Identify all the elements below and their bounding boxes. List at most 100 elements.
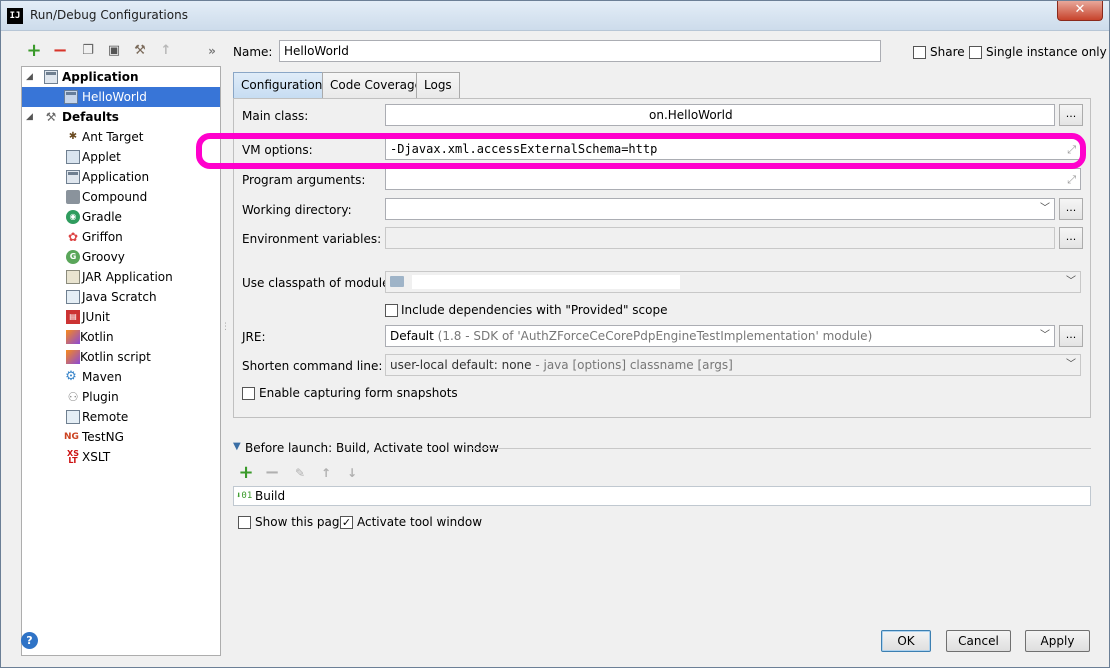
working-directory-browse-button[interactable]: ... — [1059, 198, 1083, 220]
tree-group-defaults[interactable]: ◢ ⚒ Defaults — [22, 107, 220, 127]
kotlin-script-icon — [66, 350, 80, 364]
chevron-down-icon[interactable]: ﹀ — [1040, 199, 1050, 219]
single-instance-label: Single instance only — [986, 45, 1107, 59]
activate-tool-window-checkbox[interactable]: ✓ — [340, 516, 353, 529]
share-checkbox[interactable] — [913, 46, 926, 59]
tab-logs[interactable]: Logs — [416, 72, 460, 98]
program-arguments-field[interactable]: ⤢ — [385, 168, 1081, 190]
ok-button[interactable]: OK — [881, 630, 931, 652]
application-icon — [64, 90, 78, 104]
chevron-down-icon[interactable]: ﹀ — [1066, 355, 1076, 375]
tree-item-kotlin-script[interactable]: Kotlin script — [22, 347, 220, 367]
junit-icon: ▤ — [66, 310, 80, 324]
configurations-tree[interactable]: ◢ Application HelloWorld ◢ ⚒ Defaults ✱ … — [21, 66, 221, 656]
tree-item-plugin[interactable]: ⚇ Plugin — [22, 387, 220, 407]
name-label: Name: — [233, 45, 273, 59]
tab-code-coverage[interactable]: Code Coverage — [322, 72, 431, 98]
run-debug-configurations-dialog: IJ Run/Debug Configurations ✕ + − ❐ ▣ ⚒ … — [0, 0, 1110, 668]
tree-item-label: Ant Target — [82, 130, 144, 144]
remove-configuration-button[interactable]: − — [49, 40, 71, 62]
collapse-arrow-icon[interactable]: ▼ — [233, 441, 241, 452]
activate-tool-window-label: Activate tool window — [357, 515, 483, 529]
shorten-command-line-combo[interactable]: user-local default: none - java [options… — [385, 354, 1081, 376]
environment-variables-field[interactable] — [385, 227, 1055, 249]
collapse-arrow-icon[interactable]: ◢ — [26, 67, 38, 87]
copy-configuration-icon[interactable]: ❐ — [77, 40, 99, 62]
single-instance-checkbox[interactable] — [969, 46, 982, 59]
collapse-arrow-icon[interactable]: ◢ — [26, 107, 38, 127]
move-task-up-icon[interactable]: ↑ — [315, 462, 337, 484]
tree-item-application[interactable]: Application — [22, 167, 220, 187]
tree-item-helloworld[interactable]: HelloWorld — [22, 87, 220, 107]
working-directory-combo[interactable]: ﹀ — [385, 198, 1055, 220]
application-icon — [66, 170, 80, 184]
move-task-down-icon[interactable]: ↓ — [341, 462, 363, 484]
edit-task-icon[interactable]: ✎ — [289, 462, 311, 484]
gradle-icon: ◉ — [66, 210, 80, 224]
before-launch-title[interactable]: Before launch: Build, Activate tool wind… — [245, 441, 499, 455]
java-scratch-icon — [66, 290, 80, 304]
tree-item-label: Groovy — [82, 250, 125, 264]
tree-item-applet[interactable]: Applet — [22, 147, 220, 167]
environment-variables-label: Environment variables: — [242, 232, 382, 246]
tree-item-maven[interactable]: ⚙ Maven — [22, 367, 220, 387]
environment-variables-edit-button[interactable]: ... — [1059, 227, 1083, 249]
tree-item-label: TestNG — [82, 430, 124, 444]
include-provided-deps-checkbox[interactable] — [385, 304, 398, 317]
tree-item-kotlin[interactable]: Kotlin — [22, 327, 220, 347]
tree-item-griffon[interactable]: ✿ Griffon — [22, 227, 220, 247]
help-icon[interactable]: ? — [21, 632, 38, 649]
tree-item-label: Remote — [82, 410, 129, 424]
tree-item-label: Gradle — [82, 210, 122, 224]
tree-group-label: Application — [62, 70, 139, 84]
tree-item-junit[interactable]: ▤ JUnit — [22, 307, 220, 327]
name-field[interactable]: HelloWorld — [279, 40, 881, 62]
tree-item-label: XSLT — [82, 450, 111, 464]
capture-snapshots-label: Enable capturing form snapshots — [259, 386, 458, 400]
main-class-browse-button[interactable]: ... — [1059, 104, 1083, 126]
main-class-field[interactable]: on.HelloWorld — [385, 104, 1055, 126]
jre-combo[interactable]: Default (1.8 - SDK of 'AuthZForceCeCoreP… — [385, 325, 1055, 347]
plugin-icon: ⚇ — [67, 390, 79, 404]
chevron-down-icon[interactable]: ﹀ — [1066, 272, 1076, 292]
tree-item-testng[interactable]: NG TestNG — [22, 427, 220, 447]
shorten-command-line-label: Shorten command line: — [242, 359, 383, 373]
tree-item-java-scratch[interactable]: Java Scratch — [22, 287, 220, 307]
chevron-down-icon[interactable]: ﹀ — [1040, 326, 1050, 346]
tab-configuration[interactable]: Configuration — [233, 72, 331, 99]
more-actions-icon[interactable]: » — [201, 40, 223, 62]
move-up-icon[interactable]: ↑ — [155, 40, 177, 62]
tree-item-jar-application[interactable]: JAR Application — [22, 267, 220, 287]
before-launch-task-build[interactable]: ⬇01 Build — [233, 486, 1091, 506]
tree-item-remote[interactable]: Remote — [22, 407, 220, 427]
add-configuration-button[interactable]: + — [23, 40, 45, 62]
program-arguments-label: Program arguments: — [242, 173, 366, 187]
splitter-handle[interactable]: ⋮ — [221, 322, 230, 342]
classpath-module-combo[interactable]: ﹀ — [385, 271, 1081, 293]
share-label: Share — [930, 45, 965, 59]
close-window-button[interactable]: ✕ — [1057, 1, 1103, 21]
jre-browse-button[interactable]: ... — [1059, 325, 1083, 347]
module-folder-icon — [390, 276, 404, 287]
include-provided-deps-label: Include dependencies with "Provided" sco… — [401, 303, 668, 317]
remove-task-button[interactable]: − — [261, 462, 283, 484]
edit-defaults-icon[interactable]: ⚒ — [129, 40, 151, 62]
tree-item-compound[interactable]: Compound — [22, 187, 220, 207]
shorten-value-detail: - java [options] classname [args] — [531, 358, 733, 372]
application-icon — [44, 70, 58, 84]
tree-group-application[interactable]: ◢ Application — [22, 67, 220, 87]
add-task-button[interactable]: + — [235, 462, 257, 484]
vm-options-highlight-annotation — [196, 133, 1086, 169]
shorten-value: user-local default: none — [390, 358, 532, 372]
apply-button[interactable]: Apply — [1025, 630, 1090, 652]
expand-icon[interactable]: ⤢ — [1067, 170, 1076, 189]
tree-item-groovy[interactable]: G Groovy — [22, 247, 220, 267]
tree-item-ant-target[interactable]: ✱ Ant Target — [22, 127, 220, 147]
save-configuration-icon[interactable]: ▣ — [103, 40, 125, 62]
cancel-button[interactable]: Cancel — [946, 630, 1011, 652]
tree-item-gradle[interactable]: ◉ Gradle — [22, 207, 220, 227]
griffon-icon: ✿ — [67, 230, 79, 244]
capture-snapshots-checkbox[interactable] — [242, 387, 255, 400]
show-this-page-checkbox[interactable] — [238, 516, 251, 529]
tree-item-xslt[interactable]: XS LT XSLT — [22, 447, 220, 467]
